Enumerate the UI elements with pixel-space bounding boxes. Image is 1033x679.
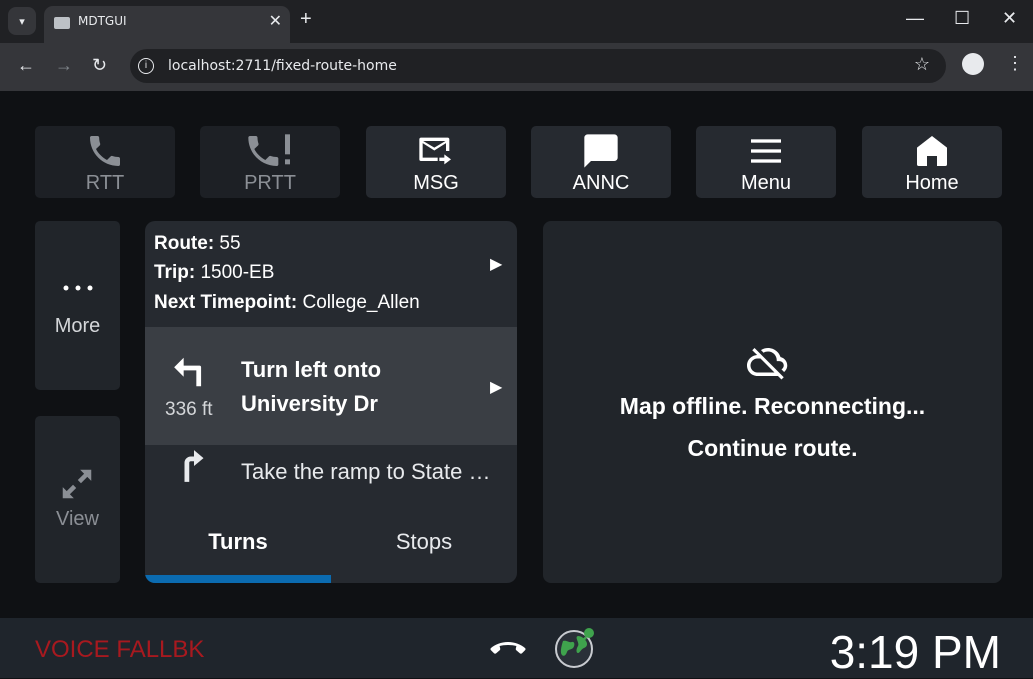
new-tab-button[interactable]: + (300, 8, 312, 31)
back-arrow-icon[interactable]: ← (17, 55, 35, 76)
url-text[interactable]: localhost:2711/fixed-route-home (168, 58, 397, 74)
favicon-icon (54, 17, 70, 29)
route-info: Route: 55 (154, 233, 241, 255)
tab-title: MDTGUI (78, 14, 127, 28)
turn-line1: Turn left onto (241, 357, 382, 382)
annc-button[interactable]: ANNC (531, 126, 671, 198)
tab-stops[interactable]: Stops (331, 529, 517, 555)
msg-label: MSG (413, 172, 459, 194)
browser-tab[interactable]: MDTGUI ✕ (44, 6, 290, 43)
more-dots-icon (63, 285, 93, 291)
profile-avatar-icon[interactable] (962, 53, 984, 75)
cloud-off-icon (747, 348, 788, 380)
turn-line2: University Dr (241, 391, 378, 416)
tab-search-button[interactable]: ▾ (8, 7, 36, 35)
status-footer: VOICE FALLBK 3:19 PM (0, 618, 1033, 678)
map-status-line1: Map offline. Reconnecting... (619, 393, 926, 419)
map-status-line2: Continue route. (687, 435, 858, 461)
ramp-right-icon (184, 450, 204, 482)
minimize-button[interactable]: — (906, 8, 924, 29)
hamburger-icon (751, 139, 781, 163)
home-label: Home (905, 172, 959, 194)
menu-label: Menu (740, 172, 792, 194)
tab-turns[interactable]: Turns (145, 529, 331, 555)
hang-up-phone-icon[interactable] (488, 638, 528, 660)
forward-arrow-icon[interactable]: → (55, 55, 73, 76)
turn-left-icon (174, 357, 202, 387)
trip-chevron-icon[interactable]: ▶ (490, 254, 502, 274)
window-close-button[interactable]: ✕ (1002, 8, 1017, 29)
trip-value: 1500-EB (195, 262, 275, 283)
trip-navigation-card: Route: 55 Trip: 1500-EB Next Timepoint: … (145, 221, 517, 583)
browser-menu-icon[interactable]: ⋮ (1006, 53, 1024, 74)
menu-button[interactable]: Menu (696, 126, 836, 198)
turn-distance: 336 ft (165, 399, 213, 420)
view-button[interactable]: View (35, 416, 120, 583)
reload-icon[interactable]: ↻ (92, 55, 107, 76)
tab-close-icon[interactable]: ✕ (269, 11, 282, 31)
trip-info[interactable]: Trip: 1500-EB (154, 262, 274, 284)
turn-chevron-icon[interactable]: ▶ (490, 377, 502, 397)
browser-tabstrip: ▾ MDTGUI ✕ + — ☐ ✕ (0, 0, 1033, 43)
nav-tabs: Turns Stops (145, 515, 517, 575)
active-tab-indicator (145, 575, 331, 583)
phone-priority-icon (248, 134, 290, 166)
expand-arrows-icon (62, 469, 92, 499)
address-bar[interactable]: i localhost:2711/fixed-route-home ☆ (130, 49, 946, 83)
mail-forward-icon (419, 137, 451, 165)
route-value: 55 (214, 233, 241, 254)
timepoint-info: Next Timepoint: College_Allen (154, 292, 420, 314)
maximize-button[interactable]: ☐ (954, 8, 970, 29)
prtt-button[interactable]: PRTT (200, 126, 340, 198)
current-turn[interactable]: 336 ft Turn left onto University Dr ▶ (145, 327, 517, 445)
timepoint-label: Next Timepoint: (154, 292, 298, 313)
chat-bubble-icon (584, 134, 618, 168)
home-button[interactable]: Home (862, 126, 1002, 198)
route-label: Route: (154, 233, 215, 254)
clock: 3:19 PM (829, 626, 1001, 678)
more-label: More (54, 315, 101, 337)
site-info-icon[interactable]: i (138, 58, 154, 74)
trip-label: Trip: (154, 262, 196, 283)
rtt-button[interactable]: RTT (35, 126, 175, 198)
rtt-label: RTT (85, 172, 125, 194)
mdt-app: RTT PRTT MSG ANNC Menu Home More View Ro… (0, 91, 1033, 678)
view-label: View (56, 508, 99, 530)
browser-toolbar: ← → ↻ i localhost:2711/fixed-route-home … (0, 43, 1033, 91)
timepoint-value: College_Allen (297, 292, 420, 313)
phone-icon (90, 136, 120, 166)
prtt-label: PRTT (244, 172, 296, 194)
voice-status: VOICE FALLBK (35, 636, 205, 663)
map-panel[interactable]: Map offline. Reconnecting... Continue ro… (543, 221, 1002, 583)
next-turn-text: Take the ramp to State Route (241, 459, 503, 484)
gps-globe-icon[interactable] (553, 624, 599, 670)
bookmark-star-icon[interactable]: ☆ (914, 54, 930, 75)
annc-label: ANNC (572, 172, 630, 194)
msg-button[interactable]: MSG (366, 126, 506, 198)
more-button[interactable]: More (35, 221, 120, 390)
home-icon (917, 136, 947, 166)
